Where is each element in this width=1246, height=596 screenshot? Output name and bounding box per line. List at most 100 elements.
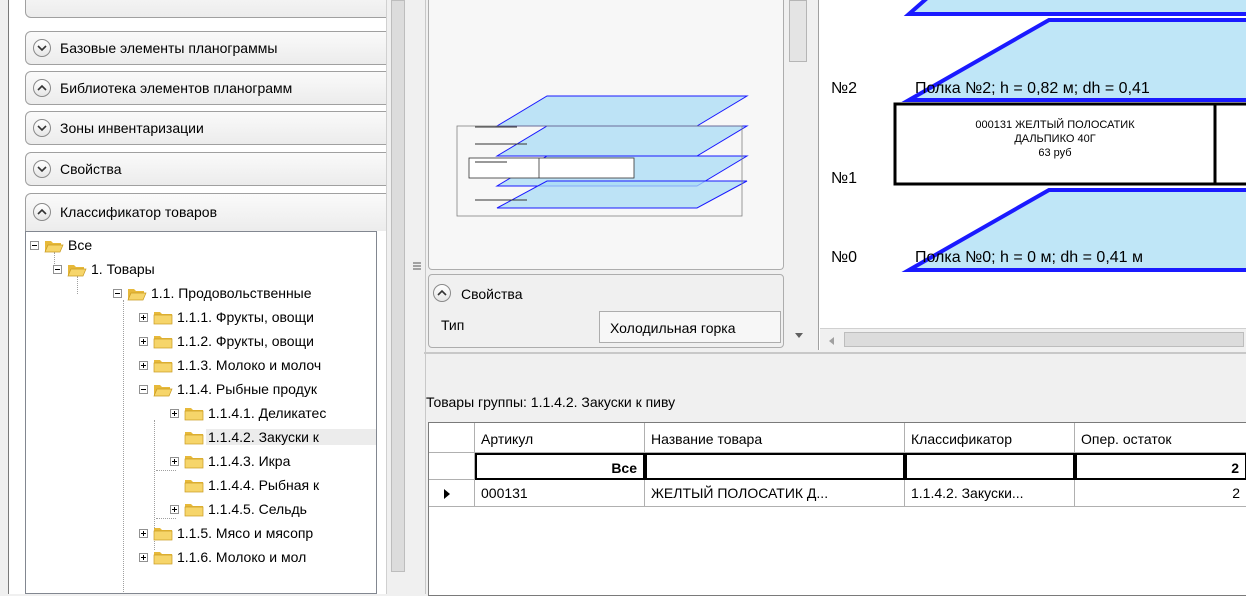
tree-node-label: 1.1.4. Рыбные продук — [177, 381, 317, 397]
tree-connector — [123, 300, 124, 593]
accordion-product-classifier[interactable]: Классификатор товаров — [25, 193, 387, 231]
folder-icon — [184, 455, 204, 469]
scrollbar-thumb[interactable] — [789, 0, 807, 62]
expand-icon[interactable] — [139, 337, 148, 346]
tree-node-label: 1.1.2. Фрукты, овощи — [177, 333, 314, 349]
properties-panel: Свойства Тип Холодильная горка — [428, 274, 784, 348]
tree-node-label: 1.1.4.4. Рыбная к — [208, 477, 320, 493]
type-value-field[interactable]: Холодильная горка — [599, 311, 781, 343]
column-header-name[interactable]: Название товара — [645, 423, 905, 453]
column-header-classifier[interactable]: Классификатор — [905, 423, 1075, 453]
scroll-left-icon[interactable] — [828, 336, 836, 346]
folder-icon — [153, 527, 173, 541]
folder-open-icon — [153, 383, 173, 397]
chevron-up-icon[interactable] — [33, 79, 51, 97]
chevron-down-icon[interactable] — [33, 160, 51, 178]
product-card-price: 63 руб — [1038, 147, 1072, 159]
table-cell-article[interactable]: 000131 — [475, 480, 645, 507]
element-preview[interactable] — [428, 0, 784, 270]
expand-icon[interactable] — [139, 361, 148, 370]
collapse-icon[interactable] — [53, 265, 62, 274]
scrollbar-thumb[interactable] — [391, 0, 405, 572]
shelf-drawing — [893, 0, 1246, 272]
current-row-arrow-icon — [444, 489, 450, 499]
tree-node-label: Все — [68, 237, 93, 253]
folder-icon — [153, 551, 173, 565]
chevron-down-icon[interactable] — [33, 39, 51, 57]
products-table[interactable]: Артикул Название товара Классификатор Оп… — [428, 422, 1246, 596]
tree-connector — [77, 276, 78, 294]
folder-icon — [153, 359, 173, 373]
tree-node-label: 1.1.4.2. Закуски к — [206, 429, 376, 445]
accordion-label: Свойства — [60, 161, 122, 177]
accordion-label: Базовые элементы планограммы — [60, 40, 278, 56]
tree-node-label: 1. Товары — [91, 261, 155, 277]
accordion-inventory-zones[interactable]: Зоны инвентаризации — [25, 111, 387, 145]
row-selector[interactable] — [429, 480, 475, 507]
tree-node-label: 1.1. Продовольственные — [151, 285, 312, 301]
collapse-icon[interactable] — [113, 289, 122, 298]
planogram-canvas[interactable]: №2 Полка №2; h = 0,82 м; dh = 0,41 №1 №0… — [818, 0, 1246, 350]
tree-node-label: 1.1.4.5. Сельдь — [208, 501, 307, 517]
expand-icon[interactable] — [139, 313, 148, 322]
folder-open-icon — [127, 287, 147, 301]
accordion-header-top[interactable] — [25, 0, 387, 18]
shelf-number: №1 — [831, 170, 858, 187]
tree-node-label: 1.1.4.3. Икра — [208, 453, 291, 469]
canvas-hscrollbar[interactable] — [820, 328, 1246, 351]
folder-icon — [184, 407, 204, 421]
accordion-label: Библиотека элементов планограмм — [60, 80, 293, 96]
folder-icon — [153, 335, 173, 349]
expand-icon[interactable] — [170, 457, 179, 466]
preview-scrollbar[interactable] — [787, 0, 811, 352]
scroll-down-icon[interactable] — [794, 332, 804, 340]
chevron-up-icon[interactable] — [433, 284, 451, 302]
shelf-caption: Полка №2; h = 0,82 м; dh = 0,41 — [915, 80, 1150, 97]
folder-icon — [184, 431, 204, 445]
table-cell-stock[interactable]: 2 — [1075, 480, 1246, 507]
folder-icon — [153, 311, 173, 325]
tree-node-label: 1.1.3. Молоко и молоч — [177, 357, 322, 373]
tree-connector — [156, 470, 176, 471]
left-scrollbar[interactable] — [386, 0, 411, 594]
column-header-article[interactable]: Артикул — [475, 423, 645, 453]
tree-node-label: 1.1.5. Мясо и мясопр — [177, 525, 314, 541]
scrollbar-thumb[interactable] — [844, 332, 1244, 347]
folder-icon — [184, 503, 204, 517]
expand-icon[interactable] — [170, 505, 179, 514]
accordion-label: Зоны инвентаризации — [60, 120, 204, 136]
accordion-base-elements[interactable]: Базовые элементы планограммы — [25, 31, 387, 65]
chevron-up-icon[interactable] — [33, 203, 51, 221]
table-cell-name[interactable]: ЖЕЛТЫЙ ПОЛОСАТИК Д... — [645, 480, 905, 507]
folder-open-icon — [67, 263, 87, 277]
tree-node-label: 1.1.4.1. Деликатес — [208, 405, 327, 421]
collapse-icon[interactable] — [139, 385, 148, 394]
expand-icon[interactable] — [139, 553, 148, 562]
total-cell-name[interactable] — [645, 453, 905, 480]
product-card[interactable]: 000131 ЖЕЛТЫЙ ПОЛОСАТИК ДАЛЬПИКО 40Г 63 … — [897, 118, 1213, 160]
tree-node-label: 1.1.1. Фрукты, овощи — [177, 309, 314, 325]
grip-icon — [413, 262, 421, 270]
expand-icon[interactable] — [139, 529, 148, 538]
accordion-properties[interactable]: Свойства — [25, 152, 387, 186]
tree-connector — [156, 518, 176, 519]
chevron-down-icon[interactable] — [33, 119, 51, 137]
folder-icon — [184, 479, 204, 493]
row-selector[interactable] — [429, 453, 475, 480]
group-label: Товары группы: 1.1.4.2. Закуски к пиву — [426, 394, 676, 410]
table-cell-classifier[interactable]: 1.1.4.2. Закуски... — [905, 480, 1075, 507]
total-cell-stock[interactable]: 2 — [1075, 453, 1246, 480]
column-header-stock[interactable]: Опер. остаток — [1075, 423, 1246, 453]
shelf-preview-image — [456, 95, 749, 217]
collapse-icon[interactable] — [30, 241, 39, 250]
product-card-subtitle: ДАЛЬПИКО 40Г — [1014, 133, 1096, 145]
classifier-tree[interactable]: Все 1. Товары 1.1. Продовольственные 1.1… — [25, 231, 377, 594]
total-cell-article[interactable]: Все — [475, 453, 645, 480]
total-cell-classifier[interactable] — [905, 453, 1075, 480]
type-label: Тип — [441, 317, 465, 333]
folder-open-icon — [44, 239, 64, 253]
panel-splitter[interactable] — [410, 0, 426, 594]
accordion-element-library[interactable]: Библиотека элементов планограмм — [25, 71, 387, 105]
properties-title: Свойства — [461, 286, 523, 302]
expand-icon[interactable] — [170, 409, 179, 418]
